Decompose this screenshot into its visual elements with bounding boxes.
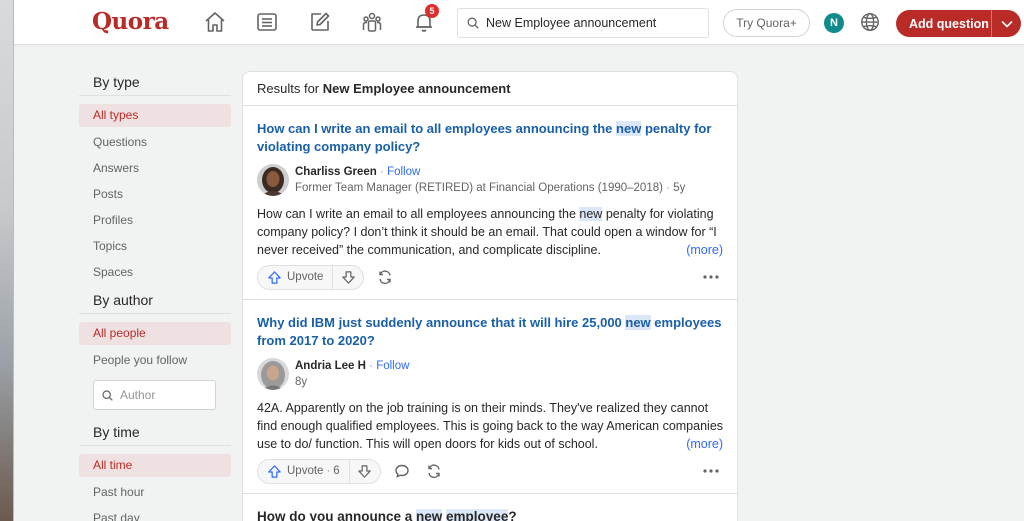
action-bar: Upvote xyxy=(257,263,723,291)
upvote-icon xyxy=(268,464,281,478)
filter-all-time[interactable]: All time xyxy=(79,454,231,477)
chevron-down-icon[interactable] xyxy=(992,20,1021,28)
upvote-button[interactable]: Upvote · 6 xyxy=(258,458,350,484)
quora-logo[interactable]: Quora xyxy=(92,8,169,35)
author-credential: Former Team Manager (RETIRED) at Financi… xyxy=(295,182,663,194)
results-prefix: Results for xyxy=(257,81,323,96)
title-text: Why did IBM just suddenly announce that … xyxy=(257,315,626,330)
question-title-link[interactable]: How do you announce a new employee? xyxy=(257,508,723,521)
title-highlight: new xyxy=(616,121,642,136)
upvote-count: 6 xyxy=(333,465,340,477)
search-icon xyxy=(467,17,479,29)
upvote-label: Upvote xyxy=(287,271,324,283)
filter-past-day[interactable]: Past day xyxy=(79,506,231,521)
desktop-background xyxy=(0,0,14,521)
bell-icon[interactable]: 5 xyxy=(411,4,439,35)
upvote-label: Upvote xyxy=(287,465,324,477)
answer-text: How can I write an email to all employee… xyxy=(257,207,580,221)
separator-dot: · xyxy=(380,166,384,178)
share-icon[interactable] xyxy=(370,263,400,291)
home-icon[interactable] xyxy=(202,9,228,35)
answer-icon[interactable] xyxy=(307,9,333,35)
title-highlight: employee xyxy=(446,509,509,521)
try-quora-plus-button[interactable]: Try Quora+ xyxy=(723,9,810,37)
action-bar: Upvote · 6 xyxy=(257,457,723,485)
follow-button[interactable]: Follow xyxy=(376,360,409,372)
spaces-icon[interactable] xyxy=(359,9,385,35)
title-text: How can I write an email to all employee… xyxy=(257,121,617,136)
avatar[interactable] xyxy=(257,164,289,196)
search-bar[interactable] xyxy=(457,8,709,38)
filter-profiles[interactable]: Profiles xyxy=(79,208,231,234)
answer-highlight: new xyxy=(579,207,603,221)
search-results-panel: Results for New Employee announcement Ho… xyxy=(242,71,738,521)
more-options-icon[interactable] xyxy=(699,267,723,287)
answer-preview[interactable]: 42A. Apparently on the job training is o… xyxy=(257,399,723,453)
title-text: How do you announce a xyxy=(257,509,417,521)
author-row: Andria Lee H · Follow 8y xyxy=(257,358,723,392)
comment-icon[interactable] xyxy=(387,457,417,485)
following-icon[interactable] xyxy=(254,9,280,35)
more-options-icon[interactable] xyxy=(699,461,723,481)
filter-sidebar: By type All types Questions Answers Post… xyxy=(79,68,231,521)
upvote-icon xyxy=(268,270,281,284)
filter-spaces[interactable]: Spaces xyxy=(79,260,231,286)
author-row: Charliss Green · Follow Former Team Mana… xyxy=(257,164,723,198)
answer-preview[interactable]: How can I write an email to all employee… xyxy=(257,205,723,259)
downvote-icon xyxy=(358,464,371,478)
filter-past-hour[interactable]: Past hour xyxy=(79,480,231,506)
downvote-icon xyxy=(342,270,355,284)
author-input[interactable] xyxy=(120,388,210,402)
notification-count-badge: 5 xyxy=(425,4,439,18)
more-link[interactable]: (more) xyxy=(670,435,723,453)
results-query: New Employee announcement xyxy=(322,81,511,96)
by-type-heading: By type xyxy=(79,68,231,96)
result-item: How do you announce a new employee? xyxy=(243,494,737,521)
author-search-field[interactable] xyxy=(93,380,216,410)
search-icon xyxy=(102,389,113,401)
filter-topics[interactable]: Topics xyxy=(79,234,231,260)
separator-dot: · xyxy=(666,182,670,194)
author-name[interactable]: Charliss Green xyxy=(295,166,377,178)
share-icon[interactable] xyxy=(419,457,449,485)
downvote-button[interactable] xyxy=(333,265,363,290)
avatar[interactable] xyxy=(257,358,289,390)
by-time-heading: By time xyxy=(79,418,231,446)
top-nav-bar: Quora 5 Try Quora+ N Add question xyxy=(14,0,1024,45)
add-question-label[interactable]: Add question xyxy=(896,17,991,31)
by-author-heading: By author xyxy=(79,286,231,314)
vote-control: Upvote · 6 xyxy=(257,458,381,484)
filter-posts[interactable]: Posts xyxy=(79,182,231,208)
globe-icon[interactable] xyxy=(859,11,881,33)
filter-all-types[interactable]: All types xyxy=(79,104,231,127)
result-item: How can I write an email to all employee… xyxy=(243,106,737,300)
add-question-button[interactable]: Add question xyxy=(896,10,1021,37)
question-title-link[interactable]: How can I write an email to all employee… xyxy=(257,120,723,156)
answer-age[interactable]: 5y xyxy=(673,182,685,194)
user-avatar[interactable]: N xyxy=(824,13,844,33)
upvote-button[interactable]: Upvote xyxy=(258,264,334,290)
results-heading: Results for New Employee announcement xyxy=(243,72,737,106)
follow-button[interactable]: Follow xyxy=(387,166,420,178)
separator-dot: · xyxy=(369,360,373,372)
downvote-button[interactable] xyxy=(350,459,380,484)
title-highlight: new xyxy=(416,509,443,521)
answer-age[interactable]: 8y xyxy=(295,376,307,388)
search-input[interactable] xyxy=(486,16,706,30)
filter-answers[interactable]: Answers xyxy=(79,156,231,182)
vote-control: Upvote xyxy=(257,264,365,290)
more-link[interactable]: (more) xyxy=(670,241,723,259)
answer-text: 42A. Apparently on the job training is o… xyxy=(257,401,723,451)
separator-dot: · xyxy=(326,465,331,477)
author-name[interactable]: Andria Lee H xyxy=(295,360,366,372)
title-highlight: new xyxy=(625,315,651,330)
filter-all-people[interactable]: All people xyxy=(79,322,231,345)
result-item: Why did IBM just suddenly announce that … xyxy=(243,300,737,494)
filter-people-you-follow[interactable]: People you follow xyxy=(79,348,231,374)
filter-questions[interactable]: Questions xyxy=(79,130,231,156)
title-text: ? xyxy=(508,509,517,521)
question-title-link[interactable]: Why did IBM just suddenly announce that … xyxy=(257,314,723,350)
